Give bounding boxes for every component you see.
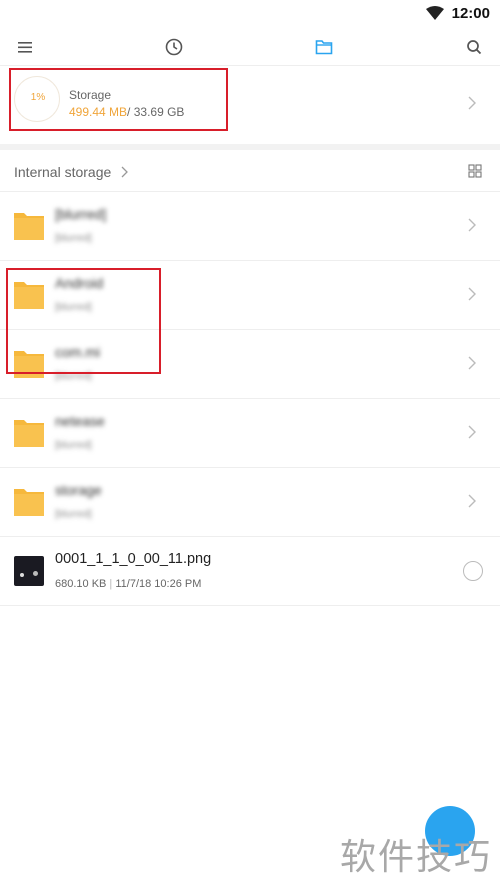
watermark: 软件技巧 xyxy=(339,836,492,877)
chevron-right-icon xyxy=(468,356,476,370)
folder-meta: [blurred] xyxy=(55,233,92,244)
folder-meta: [blurred] xyxy=(55,509,92,520)
folder-meta: [blurred] xyxy=(55,440,92,451)
breadcrumb[interactable]: Internal storage xyxy=(0,150,500,192)
annotation-box-folders xyxy=(6,268,161,374)
wifi-icon xyxy=(426,6,444,20)
list-item-folder[interactable]: storage [blurred] xyxy=(0,468,500,537)
file-date: 11/7/18 10:26 PM xyxy=(115,578,202,590)
list-item-folder[interactable]: [blurred] [blurred] xyxy=(0,192,500,261)
grid-view-icon[interactable] xyxy=(468,164,482,178)
list-item-folder[interactable]: netease [blurred] xyxy=(0,399,500,468)
chevron-right-icon xyxy=(468,96,476,110)
folder-icon xyxy=(14,213,44,240)
recent-icon[interactable] xyxy=(163,36,185,58)
status-bar: 12:00 xyxy=(0,0,500,28)
file-name: 0001_1_1_0_00_11.png xyxy=(55,551,212,567)
folder-name: [blurred] xyxy=(55,206,107,222)
folder-name: storage xyxy=(55,482,102,498)
annotation-box-storage xyxy=(9,68,228,131)
chevron-right-icon xyxy=(468,218,476,232)
search-icon[interactable] xyxy=(463,36,485,58)
list-item-file[interactable]: 0001_1_1_0_00_11.png 680.10 KB | 11/7/18… xyxy=(0,537,500,606)
breadcrumb-label[interactable]: Internal storage xyxy=(14,164,111,180)
select-checkbox[interactable] xyxy=(463,561,483,581)
chevron-right-icon xyxy=(468,494,476,508)
chevron-right-icon xyxy=(468,425,476,439)
menu-icon[interactable] xyxy=(14,36,36,58)
file-list: [blurred] [blurred] Android [blurred] co… xyxy=(0,192,500,606)
file-size: 680.10 KB xyxy=(55,578,107,590)
file-meta: 680.10 KB | 11/7/18 10:26 PM xyxy=(55,578,202,590)
files-icon[interactable] xyxy=(313,36,335,58)
chevron-right-icon xyxy=(121,166,128,178)
chevron-right-icon xyxy=(468,287,476,301)
folder-icon xyxy=(14,489,44,516)
folder-icon xyxy=(14,420,44,447)
status-time: 12:00 xyxy=(451,5,490,22)
folder-name: netease xyxy=(55,413,105,429)
top-toolbar xyxy=(0,28,500,66)
image-thumbnail xyxy=(14,556,44,586)
